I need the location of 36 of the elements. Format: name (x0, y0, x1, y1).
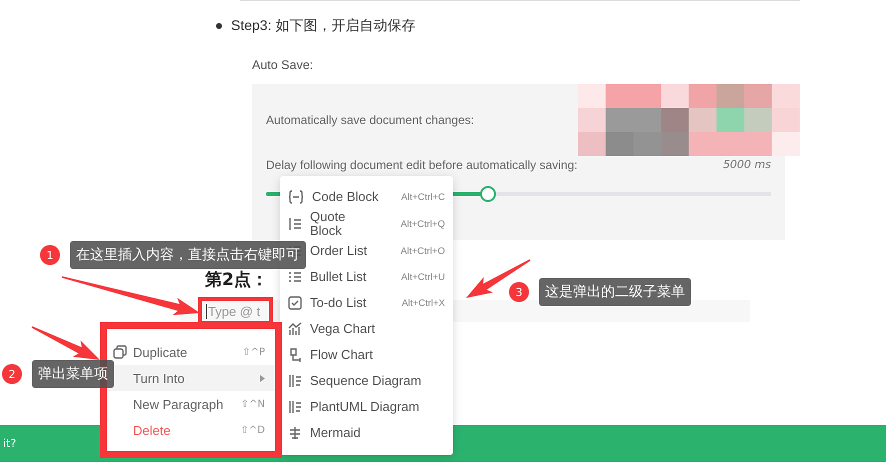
text-cursor (206, 304, 207, 318)
flowchart-icon (288, 348, 302, 362)
menu-item[interactable]: Turn Into (107, 365, 275, 391)
checkbox-icon (288, 296, 302, 310)
step-number: 1 (40, 245, 60, 265)
sequence-icon (288, 374, 302, 388)
bullet-icon (216, 23, 222, 29)
submenu-item[interactable]: PlantUML Diagram (280, 394, 453, 420)
code-block-icon (288, 190, 304, 204)
chart-icon (288, 322, 302, 336)
step-text: Step3: 如下图，开启自动保存 (231, 17, 416, 35)
menu-item[interactable]: New Paragraph ⇧^N (107, 391, 275, 417)
sequence-icon (288, 400, 302, 414)
setting-label: Delay following document edit before automatically saving: (266, 157, 578, 174)
submenu-item[interactable]: Sequence Diagram (280, 368, 453, 394)
section-heading: 第2点： (205, 270, 268, 290)
callout-tooltip: 这是弹出的二级子菜单 (539, 278, 691, 306)
delay-value: 5000 ms (723, 157, 771, 173)
footer-text: it? (3, 437, 16, 450)
list-icon (288, 270, 302, 284)
submenu-item[interactable]: Code Block Alt+Ctrl+C (280, 184, 453, 210)
mermaid-icon (288, 426, 302, 440)
caret-icon (260, 374, 265, 382)
submenu-item[interactable]: Mermaid (280, 420, 453, 446)
section-title: Auto Save: (252, 58, 314, 74)
step-number: 2 (2, 364, 22, 384)
quote-icon (288, 217, 302, 231)
setting-label: Automatically save document changes: (266, 112, 476, 129)
duplicate-icon (113, 345, 127, 359)
callout-tooltip: 在这里插入内容，直接点击右键即可 (70, 241, 306, 269)
step-number: 3 (509, 282, 529, 302)
slider-thumb[interactable] (480, 186, 496, 202)
submenu-item[interactable]: Quote Block Alt+Ctrl+Q (280, 210, 453, 238)
submenu-item[interactable]: Flow Chart (280, 342, 453, 368)
callout-tooltip: 弹出菜单项 (32, 360, 114, 388)
arrow (466, 259, 530, 298)
